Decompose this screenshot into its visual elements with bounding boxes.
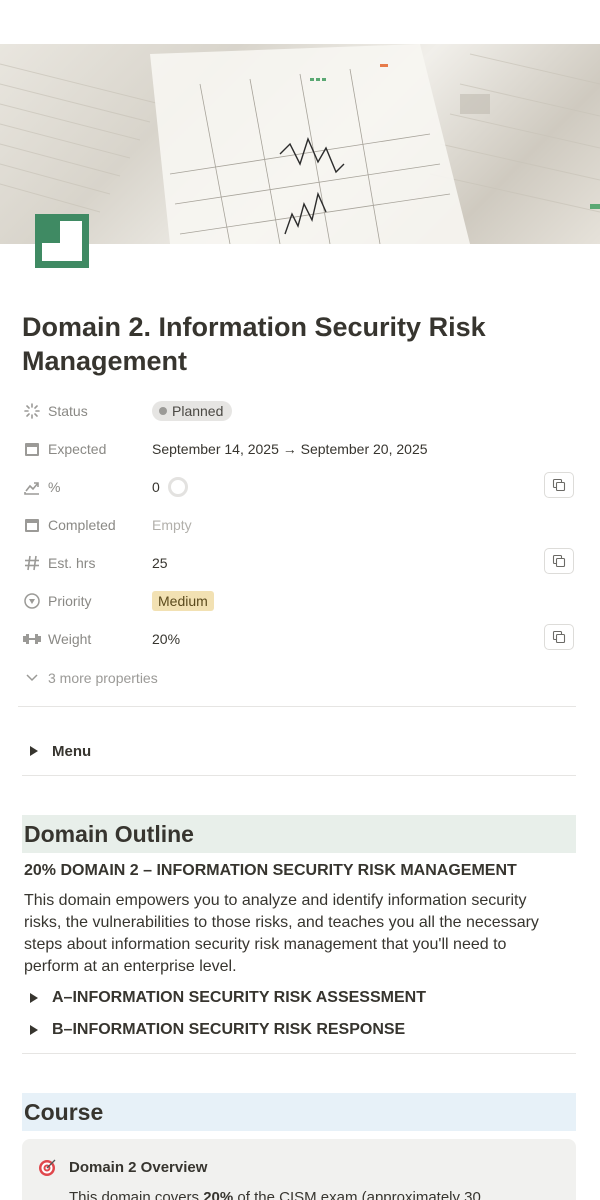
outline-subheading[interactable]: 20% DOMAIN 2 – INFORMATION SECURITY RISK… xyxy=(24,862,517,880)
outline-paragraph[interactable]: This domain empowers you to analyze and … xyxy=(24,890,554,978)
divider xyxy=(22,775,576,776)
calendar-icon xyxy=(22,515,42,535)
calendar-icon xyxy=(22,439,42,459)
copy-icon xyxy=(552,478,566,492)
copy-icon xyxy=(552,554,566,568)
property-value[interactable]: 0 xyxy=(152,468,188,506)
property-value[interactable]: Planned xyxy=(152,392,233,430)
property-expected[interactable]: Expected September 14, 2025 → September … xyxy=(22,430,578,468)
property-value[interactable]: Empty xyxy=(152,506,192,544)
toggle-risk-assessment[interactable]: A–INFORMATION SECURITY RISK ASSESSMENT xyxy=(30,987,426,1009)
property-value[interactable]: 25 xyxy=(152,544,168,582)
copy-icon xyxy=(552,630,566,644)
property-name: Status xyxy=(48,403,88,419)
trend-icon xyxy=(22,477,42,497)
property-name: % xyxy=(48,479,61,495)
property-weight[interactable]: Weight 20% xyxy=(22,620,578,658)
outline-heading[interactable]: Domain Outline xyxy=(22,815,576,853)
property-status[interactable]: Status Planned xyxy=(22,392,578,430)
property-percent[interactable]: % 0 xyxy=(22,468,578,506)
page-title[interactable]: Domain 2. Information Security Risk Mana… xyxy=(22,310,582,378)
status-dot xyxy=(159,407,167,415)
properties-list: Status Planned Expected September 14, 20… xyxy=(22,392,578,698)
target-icon xyxy=(38,1159,56,1177)
toggle-risk-response[interactable]: B–INFORMATION SECURITY RISK RESPONSE xyxy=(30,1019,405,1041)
toggle-label: A–INFORMATION SECURITY RISK ASSESSMENT xyxy=(52,989,426,1006)
property-value[interactable]: 20% xyxy=(152,620,180,658)
status-label: Planned xyxy=(172,403,224,419)
cover-image[interactable] xyxy=(0,44,600,244)
progress-ring xyxy=(167,477,188,497)
course-heading[interactable]: Course xyxy=(22,1093,576,1131)
property-value[interactable]: September 14, 2025 → September 20, 2025 xyxy=(152,430,428,468)
chevron-down-icon xyxy=(22,674,42,682)
callout-title: Domain 2 Overview xyxy=(69,1159,208,1176)
property-name: Completed xyxy=(48,517,116,533)
property-name: Priority xyxy=(48,593,92,609)
priority-icon xyxy=(22,591,42,611)
callout-text: This domain covers 20% of the CISM exam … xyxy=(69,1189,481,1200)
property-est-hrs[interactable]: Est. hrs 25 xyxy=(22,544,578,582)
progress-value: 0 xyxy=(152,479,160,495)
status-badge[interactable]: Planned xyxy=(152,401,233,421)
more-properties-toggle[interactable]: 3 more properties xyxy=(22,658,578,698)
page-icon[interactable] xyxy=(34,213,90,269)
newspaper-chart-illustration xyxy=(0,44,600,244)
property-name: Weight xyxy=(48,631,92,647)
property-name: Expected xyxy=(48,441,107,457)
toggle-label: Menu xyxy=(52,742,92,760)
copy-button[interactable] xyxy=(544,624,574,650)
property-name: Est. hrs xyxy=(48,555,96,571)
property-priority[interactable]: Priority Medium xyxy=(22,582,578,620)
top-bar xyxy=(0,0,600,44)
copy-button[interactable] xyxy=(544,472,574,498)
weight-icon xyxy=(22,629,42,649)
menu-toggle[interactable]: Menu xyxy=(30,740,91,762)
toggle-triangle-icon xyxy=(30,993,38,1003)
property-value[interactable]: Medium xyxy=(152,582,214,620)
property-completed[interactable]: Completed Empty xyxy=(22,506,578,544)
hash-icon xyxy=(22,553,42,573)
divider xyxy=(22,1053,576,1054)
divider xyxy=(18,706,576,707)
callout-domain-overview[interactable]: Domain 2 Overview This domain covers 20%… xyxy=(22,1139,576,1200)
toggle-label: B–INFORMATION SECURITY RISK RESPONSE xyxy=(52,1021,406,1038)
toggle-triangle-icon xyxy=(30,746,38,756)
loading-icon xyxy=(22,401,42,421)
toggle-triangle-icon xyxy=(30,1025,38,1035)
copy-button[interactable] xyxy=(544,548,574,574)
more-properties-label: 3 more properties xyxy=(48,670,158,686)
priority-badge[interactable]: Medium xyxy=(152,591,214,611)
